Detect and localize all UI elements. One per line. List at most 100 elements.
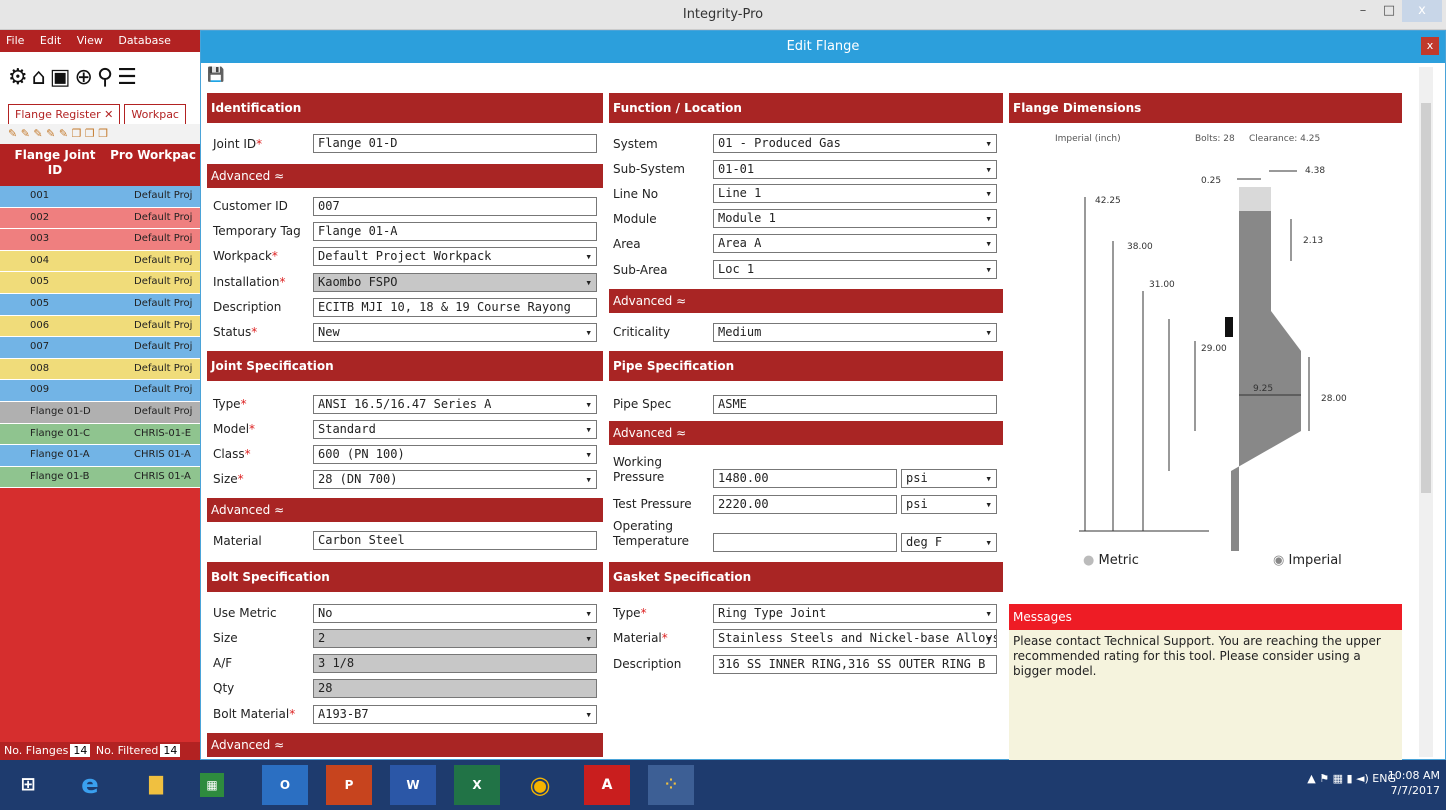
working-pressure-input[interactable]: 1480.00 [713,469,897,488]
flange-ring [1239,211,1271,291]
dim-9-25: 9.25 [1253,384,1273,394]
menu-edit[interactable]: Edit [40,34,61,47]
table-row[interactable]: Flange 01-A CHRIS 01-A [0,445,200,467]
col-project-workpack[interactable]: Pro Workpac [100,144,200,186]
bolt-size-select[interactable]: 2 [313,629,597,648]
joint-advanced-toggle[interactable]: Advanced ≈ [207,498,603,522]
imperial-radio[interactable]: ◉ Imperial [1273,553,1342,568]
subsystem-select[interactable]: 01-01 [713,160,997,179]
temporary-tag-input[interactable]: Flange 01-A [313,222,597,241]
status-select[interactable]: New [313,323,597,342]
working-pressure-unit-select[interactable]: psi [901,469,997,488]
joint-id-input[interactable]: Flange 01-D [313,134,597,153]
line-no-select[interactable]: Line 1 [713,184,997,203]
powerpoint-icon[interactable]: P [326,765,372,805]
gasket-type-select[interactable]: Ring Type Joint [713,604,997,623]
col-flange-joint-id[interactable]: Flange Joint ID [0,144,100,186]
metric-radio-icon: ● [1083,553,1095,568]
gasket-description-input[interactable]: 316 SS INNER RING,316 SS OUTER RING B [713,655,997,674]
close-tab-icon[interactable]: ✕ [104,108,113,121]
integrity-pro-taskbar-icon[interactable]: ⁘ [648,765,694,805]
use-metric-select[interactable]: No [313,604,597,623]
messages-body: Please contact Technical Support. You ar… [1009,630,1402,760]
scrollbar-thumb[interactable] [1421,103,1431,493]
save-icon[interactable]: 💾 [207,67,224,83]
excel-icon[interactable]: X [454,765,500,805]
table-row[interactable]: 003 Default Proj [0,229,200,251]
table-row[interactable]: 001 Default Proj [0,186,200,208]
working-pressure-label: Working Pressure [613,455,665,484]
test-pressure-input[interactable]: 2220.00 [713,495,897,514]
table-row[interactable]: 007 Default Proj [0,337,200,359]
acrobat-icon[interactable]: A [584,765,630,805]
home-icon[interactable]: ⌂ [32,65,46,90]
windows-start-icon[interactable]: ⊞ [8,765,48,805]
workpack-cell: Default Proj [134,211,193,223]
dialog-close-button[interactable]: x [1421,37,1439,55]
subarea-label: Sub-Area [613,263,668,277]
subarea-select[interactable]: Loc 1 [713,260,997,279]
store-icon[interactable]: ▦ [200,773,224,797]
table-row[interactable]: 002 Default Proj [0,207,200,230]
system-select[interactable]: 01 - Produced Gas [713,134,997,153]
outlook-icon[interactable]: O [262,765,308,805]
operating-temperature-input[interactable] [713,533,897,552]
identification-header: Identification [207,93,603,123]
type-select[interactable]: ANSI 16.5/16.47 Series A [313,395,597,414]
table-row[interactable]: 005 Default Proj [0,293,200,316]
table-row[interactable]: Flange 01-C CHRIS-01-E [0,423,200,446]
chrome-icon[interactable]: ◉ [520,765,560,805]
test-pressure-unit-select[interactable]: psi [901,495,997,514]
bolts-text: Bolts: 28 [1195,134,1235,144]
class-select[interactable]: 600 (PN 100) [313,445,597,464]
bolt-advanced-toggle[interactable]: Advanced ≈ [207,733,603,757]
add-icon[interactable]: ⊕ [75,65,93,90]
material-input[interactable]: Carbon Steel [313,531,597,550]
minimize-button[interactable]: – [1350,0,1376,22]
table-row[interactable]: 004 Default Proj [0,250,200,273]
windows-taskbar: ⊞ e ▇ ▦ O P W X ◉ A ⁘ ▲ ⚑ ▦ ▮ ◄) ENG 10:… [0,760,1446,810]
table-row[interactable]: Flange 01-D Default Proj [0,401,200,424]
criticality-select[interactable]: Medium [713,323,997,342]
bolt-material-select[interactable]: A193-B7 [313,705,597,724]
description-input[interactable]: ECITB MJI 10, 18 & 19 Course Rayong [313,298,597,317]
workpack-select[interactable]: Default Project Workpack [313,247,597,266]
customer-id-input[interactable]: 007 [313,197,597,216]
installation-select[interactable]: Kaombo FSPO [313,273,597,292]
tab-flange-register[interactable]: Flange Register ✕ [8,104,121,124]
table-row[interactable]: Flange 01-B CHRIS 01-A [0,466,200,489]
table-row[interactable]: 005 Default Proj [0,272,200,294]
flange-joint-id-cell: 007 [30,341,50,353]
close-window-button[interactable]: x [1402,0,1442,22]
tab-workpack[interactable]: Workpac [124,104,186,124]
location-pin-icon[interactable]: ⚲ [97,65,113,90]
internet-explorer-icon[interactable]: e [70,765,110,805]
identification-advanced-toggle[interactable]: Advanced ≈ [207,164,603,188]
area-select[interactable]: Area A [713,234,997,253]
metric-radio[interactable]: ● Metric [1083,553,1139,568]
module-select[interactable]: Module 1 [713,209,997,228]
function-advanced-toggle[interactable]: Advanced ≈ [609,289,1003,313]
file-explorer-icon[interactable]: ▇ [136,765,176,805]
table-row[interactable]: 008 Default Proj [0,358,200,381]
menu-file[interactable]: File [6,34,24,47]
pipe-spec-input[interactable]: ASME [713,395,997,414]
list-icon[interactable]: ☰ [117,65,137,90]
operating-temperature-unit-select[interactable]: deg F [901,533,997,552]
size-select[interactable]: 28 (DN 700) [313,470,597,489]
settings-icon[interactable]: ⚙ [8,65,28,90]
menu-view[interactable]: View [77,34,103,47]
maximize-button[interactable]: □ [1376,0,1402,22]
pipe-advanced-toggle[interactable]: Advanced ≈ [609,421,1003,445]
menu-database[interactable]: Database [118,34,171,47]
dialog-scrollbar[interactable] [1419,67,1433,757]
word-icon[interactable]: W [390,765,436,805]
filtered-count: 14 [160,744,181,757]
taskbar-clock[interactable]: 10:08 AM 7/7/2017 [1388,768,1440,798]
table-row[interactable]: 006 Default Proj [0,315,200,338]
gasket-material-select[interactable]: Stainless Steels and Nickel-base Alloys [713,629,997,648]
table-row[interactable]: 009 Default Proj [0,380,200,402]
image-icon[interactable]: ▣ [50,65,71,90]
model-select[interactable]: Standard [313,420,597,439]
flange-joint-id-cell: 006 [30,319,50,331]
